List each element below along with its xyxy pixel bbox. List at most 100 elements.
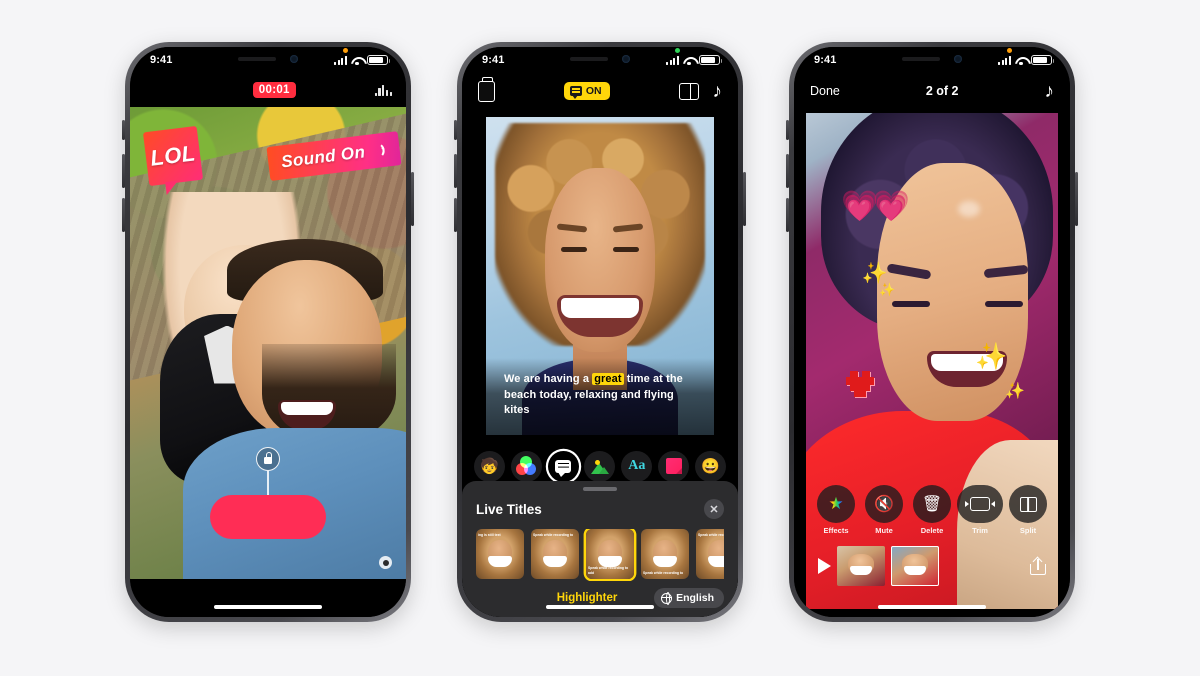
phone-bezel: 💗💗 ✨ ✨ ✨ ✨ ★ Effects 🔇 Mute 🗑 Delete Tri…	[794, 47, 1070, 617]
clip-counter: 2 of 2	[925, 84, 959, 98]
volume-down-button[interactable]	[454, 198, 457, 232]
live-titles-panel: Live Titles ✕ ing is still text Speak wh…	[462, 481, 738, 617]
sound-on-sticker-label: Sound On	[279, 142, 366, 172]
status-time: 9:41	[814, 54, 837, 66]
volume-down-button[interactable]	[122, 198, 125, 232]
share-icon[interactable]	[1030, 556, 1046, 575]
sparkle-sticker-right[interactable]: ✨	[975, 341, 1007, 372]
earpiece-speaker	[238, 57, 276, 61]
language-button[interactable]: English	[654, 588, 724, 608]
photos-tool[interactable]	[584, 450, 616, 482]
music-note-icon[interactable]: ♪	[1044, 82, 1054, 101]
text-aa-icon: Aa	[628, 458, 646, 473]
notch	[546, 47, 654, 71]
style-thumb[interactable]: Speak while recording to	[696, 529, 724, 579]
power-button[interactable]	[411, 172, 414, 226]
rgb-circles-icon	[516, 456, 537, 476]
closed-captions-icon	[569, 86, 582, 99]
notch	[214, 47, 322, 71]
aspect-ratio-icon[interactable]	[678, 82, 699, 100]
lol-sticker[interactable]: LOL	[142, 125, 204, 187]
clips-library-icon[interactable]	[478, 76, 495, 102]
audio-levels-icon[interactable]	[374, 84, 392, 96]
notch	[878, 47, 986, 71]
battery-icon	[367, 55, 391, 65]
phone-screen-edit: 💗💗 ✨ ✨ ✨ ✨ ★ Effects 🔇 Mute 🗑 Delete Tri…	[794, 47, 1070, 617]
style-thumb[interactable]: Speak while recording to	[641, 529, 689, 579]
timeline-clip-selected[interactable]	[891, 546, 939, 586]
stickers-tool[interactable]	[658, 450, 690, 482]
home-indicator[interactable]	[546, 605, 654, 609]
live-titles-tool[interactable]	[547, 450, 579, 482]
subject-eye-right	[984, 301, 1023, 308]
sparkle-sticker-small[interactable]: ✨	[879, 282, 895, 298]
home-indicator[interactable]	[878, 605, 986, 609]
orange-mic-indicator	[343, 48, 348, 53]
phone-bezel: LOL Sound On 00:01 9:41	[130, 47, 406, 617]
music-note-icon[interactable]: ♪	[713, 82, 723, 101]
photo-icon	[590, 459, 610, 474]
subject-eye-right	[612, 247, 639, 253]
captions-toggle[interactable]: ON	[563, 82, 610, 100]
wifi-icon	[1015, 56, 1027, 65]
live-caption-text[interactable]: We are having a great time at the beach …	[486, 358, 714, 435]
subject-eye-left	[561, 247, 588, 253]
orange-mic-indicator	[1007, 48, 1012, 53]
done-button[interactable]: Done	[810, 84, 840, 98]
record-button[interactable]	[210, 495, 326, 539]
style-thumb-caption: ing is still text	[478, 533, 501, 537]
volume-up-button[interactable]	[122, 154, 125, 188]
camera-preview[interactable]: LOL Sound On	[130, 107, 406, 579]
hearts-sticker[interactable]: 💗💗	[841, 192, 910, 222]
sparkle-sticker-right-small[interactable]: ✨	[1005, 381, 1025, 401]
subject-eye-left	[891, 301, 930, 308]
screenshot-stage: LOL Sound On 00:01 9:41 We are having a …	[0, 0, 1200, 676]
panel-grabber[interactable]	[583, 487, 617, 491]
selected-style-name: Highlighter	[556, 592, 618, 604]
clip-preview[interactable]: 💗💗 ✨ ✨ ✨ ✨ ★ Effects 🔇 Mute 🗑 Delete Tri…	[806, 113, 1058, 609]
front-camera	[290, 55, 298, 63]
close-icon[interactable]: ✕	[704, 499, 724, 519]
recording-nav-bar: 00:01	[130, 73, 406, 107]
power-button[interactable]	[743, 172, 746, 226]
timeline-clip[interactable]	[837, 546, 885, 586]
style-thumb[interactable]: Speak while recording to	[531, 529, 579, 579]
delete-tool[interactable]: 🗑 Delete	[912, 485, 952, 535]
style-thumb-caption: Speak while recording to	[698, 533, 724, 537]
lol-sticker-label: LOL	[148, 140, 197, 171]
filters-tool[interactable]	[510, 450, 542, 482]
phone-device-edit: 💗💗 ✨ ✨ ✨ ✨ ★ Effects 🔇 Mute 🗑 Delete Tri…	[786, 42, 1078, 622]
panel-header: Live Titles ✕	[476, 499, 724, 519]
text-tool[interactable]: Aa	[621, 450, 653, 482]
style-thumb-caption: Speak while recording to	[643, 570, 684, 575]
power-button[interactable]	[1075, 172, 1078, 226]
lock-icon[interactable]	[256, 447, 280, 471]
split-tool[interactable]: Split	[1008, 485, 1048, 535]
video-preview[interactable]: We are having a great time at the beach …	[486, 117, 714, 435]
language-label: English	[676, 592, 714, 604]
recording-timer: 00:01	[252, 82, 296, 98]
effects-tool[interactable]: ★ Effects	[816, 485, 856, 535]
pixel-heart-sticker[interactable]	[843, 370, 876, 399]
trim-tool[interactable]: Trim	[957, 485, 1003, 535]
mute-switch[interactable]	[122, 120, 125, 140]
emoji-tool[interactable]: 😀	[694, 450, 726, 482]
play-icon[interactable]	[818, 558, 831, 574]
volume-down-button[interactable]	[786, 198, 789, 232]
phone-bezel: We are having a great time at the beach …	[462, 47, 738, 617]
volume-up-button[interactable]	[786, 154, 789, 188]
memoji-tool[interactable]: 🧒	[474, 450, 505, 482]
delete-tool-label: Delete	[920, 526, 944, 535]
volume-up-button[interactable]	[454, 154, 457, 188]
camera-shutter-icon[interactable]	[379, 556, 392, 569]
mute-switch[interactable]	[786, 120, 789, 140]
style-thumb[interactable]: ing is still text	[476, 529, 524, 579]
cellular-signal-icon	[997, 55, 1011, 65]
home-indicator[interactable]	[214, 605, 322, 609]
mute-switch[interactable]	[454, 120, 457, 140]
mute-tool[interactable]: 🔇 Mute	[864, 485, 904, 535]
status-time: 9:41	[482, 54, 505, 66]
style-thumb-selected[interactable]: Speak while recording to add	[586, 529, 634, 579]
style-carousel[interactable]: ing is still text Speak while recording …	[476, 529, 724, 581]
trim-icon	[965, 497, 995, 511]
